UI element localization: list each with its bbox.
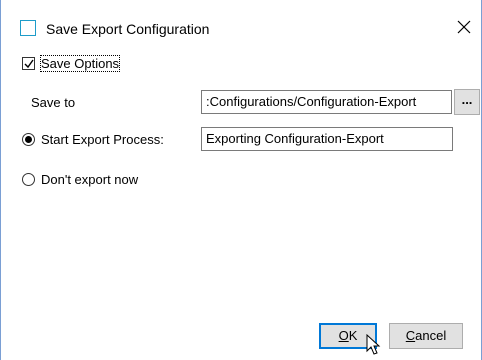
dont-export-radio[interactable]	[22, 173, 35, 186]
export-process-name-field[interactable]: Exporting Configuration-Export	[201, 127, 453, 151]
cancel-label-rest: ancel	[415, 328, 447, 343]
save-options-checkbox[interactable]	[22, 57, 35, 70]
title-bar: Save Export Configuration	[1, 0, 481, 40]
cancel-mnemonic: C	[405, 328, 416, 343]
save-to-label: Save to	[31, 95, 76, 110]
dont-export-label[interactable]: Don't export now	[41, 172, 138, 187]
mouse-pointer-icon	[366, 334, 381, 355]
cancel-button[interactable]: Cancel	[389, 323, 463, 349]
window-title: Save Export Configuration	[46, 21, 210, 37]
save-options-label[interactable]: Save Options	[39, 55, 121, 72]
browse-button[interactable]: ...	[454, 89, 480, 115]
close-icon	[457, 20, 471, 34]
checkmark-icon	[24, 59, 34, 69]
ok-mnemonic: O	[338, 328, 349, 343]
ok-label-rest: K	[348, 328, 358, 343]
window-icon	[20, 20, 36, 36]
radio-selected-dot	[25, 136, 32, 143]
save-to-path-field[interactable]: :Configurations/Configuration-Export	[201, 90, 452, 114]
start-export-label[interactable]: Start Export Process:	[41, 132, 164, 147]
start-export-radio[interactable]	[22, 133, 35, 146]
save-export-configuration-dialog: Save Export Configuration Save Options S…	[0, 0, 482, 360]
close-button[interactable]	[449, 14, 479, 40]
